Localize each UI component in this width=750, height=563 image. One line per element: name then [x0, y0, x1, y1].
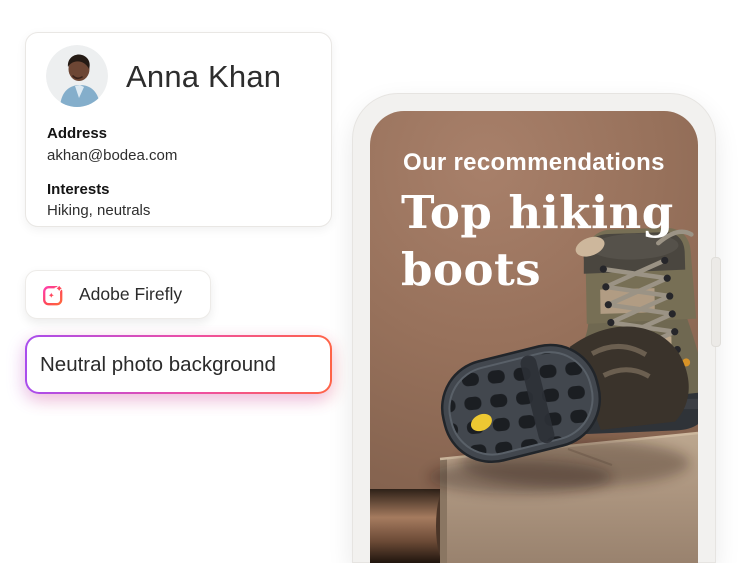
field-interests-value: Hiking, neutrals	[47, 200, 177, 222]
hiking-boots-photo	[370, 111, 698, 563]
profile-fields: Address akhan@bodea.com Interests Hiking…	[47, 123, 177, 234]
phone-screen: Our recommendations Top hiking boots	[370, 111, 698, 563]
adobe-firefly-button[interactable]: Adobe Firefly	[25, 270, 211, 319]
page: Anna Khan Address akhan@bodea.com Intere…	[0, 0, 750, 563]
ad-headline-line2: boots	[401, 242, 674, 299]
phone-mockup: Our recommendations Top hiking boots	[352, 93, 716, 563]
field-address: Address akhan@bodea.com	[47, 123, 177, 167]
ad-eyebrow: Our recommendations	[403, 149, 665, 177]
field-interests-label: Interests	[47, 179, 177, 201]
field-interests: Interests Hiking, neutrals	[47, 179, 177, 223]
prompt-input[interactable]: Neutral photo background	[25, 335, 332, 394]
adobe-firefly-icon	[42, 283, 66, 307]
ad-headline: Top hiking boots	[401, 185, 674, 298]
phone-side-button	[711, 257, 721, 347]
profile-name: Anna Khan	[126, 59, 281, 95]
field-address-label: Address	[47, 123, 177, 145]
profile-card: Anna Khan Address akhan@bodea.com Intere…	[25, 32, 332, 227]
adobe-firefly-label: Adobe Firefly	[79, 284, 182, 305]
field-address-value: akhan@bodea.com	[47, 145, 177, 167]
avatar	[46, 45, 108, 107]
ad-headline-line1: Top hiking	[401, 185, 674, 242]
prompt-input-value: Neutral photo background	[27, 353, 276, 377]
